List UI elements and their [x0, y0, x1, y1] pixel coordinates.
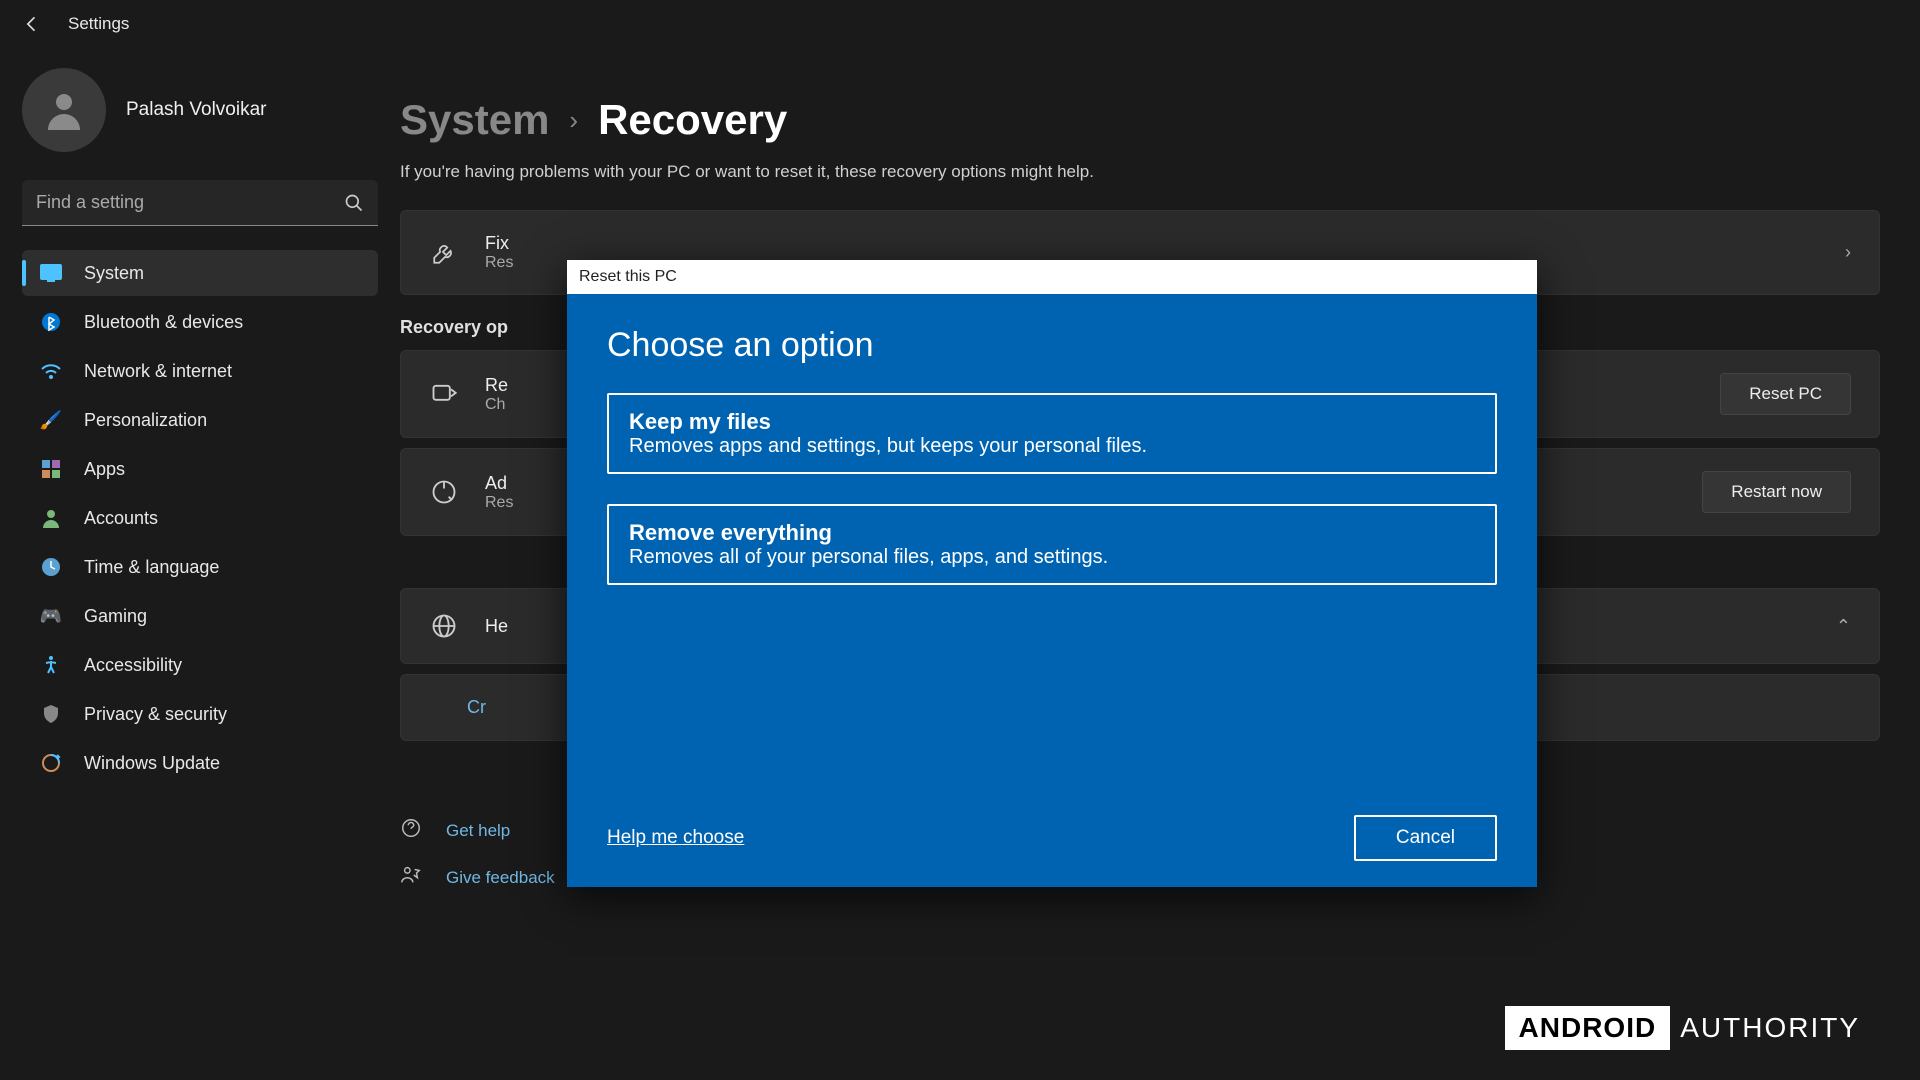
reset-pc-button[interactable]: Reset PC [1720, 373, 1851, 415]
sidebar-item-bluetooth[interactable]: Bluetooth & devices [22, 299, 378, 345]
dialog-titlebar: Reset this PC [567, 260, 1537, 294]
bluetooth-icon [40, 311, 62, 333]
globe-icon [429, 611, 459, 641]
search-input[interactable] [22, 180, 378, 226]
search-container [22, 180, 378, 226]
person-icon [40, 507, 62, 529]
watermark: ANDROID AUTHORITY [1505, 1006, 1860, 1050]
sidebar-item-label: Accessibility [84, 655, 182, 676]
titlebar: Settings [0, 0, 1920, 48]
sidebar-item-label: Accounts [84, 508, 158, 529]
remove-everything-option[interactable]: Remove everything Removes all of your pe… [607, 504, 1497, 585]
option-title: Keep my files [629, 409, 1475, 435]
page-description: If you're having problems with your PC o… [400, 162, 1880, 182]
sidebar-item-label: Windows Update [84, 753, 220, 774]
sidebar-item-gaming[interactable]: 🎮 Gaming [22, 593, 378, 639]
sidebar-item-network[interactable]: Network & internet [22, 348, 378, 394]
sidebar-item-privacy[interactable]: Privacy & security [22, 691, 378, 737]
back-button[interactable] [20, 12, 44, 36]
sidebar-item-label: Time & language [84, 557, 219, 578]
sidebar-item-label: System [84, 263, 144, 284]
sidebar-item-personalization[interactable]: 🖌️ Personalization [22, 397, 378, 443]
search-icon [344, 193, 364, 213]
sidebar-item-label: Gaming [84, 606, 147, 627]
breadcrumb-root[interactable]: System [400, 96, 549, 144]
help-me-choose-link[interactable]: Help me choose [607, 827, 744, 849]
dialog-heading: Choose an option [607, 326, 1497, 365]
help-icon [400, 817, 424, 844]
option-description: Removes apps and settings, but keeps you… [629, 435, 1475, 458]
option-title: Remove everything [629, 520, 1475, 546]
cancel-button[interactable]: Cancel [1354, 815, 1497, 861]
sidebar-item-system[interactable]: System [22, 250, 378, 296]
sidebar-item-label: Personalization [84, 410, 207, 431]
sidebar-item-label: Bluetooth & devices [84, 312, 243, 333]
sidebar-item-label: Privacy & security [84, 704, 227, 725]
avatar [22, 68, 106, 152]
brush-icon: 🖌️ [40, 409, 62, 431]
sidebar-item-accounts[interactable]: Accounts [22, 495, 378, 541]
sidebar-item-accessibility[interactable]: Accessibility [22, 642, 378, 688]
sidebar-item-label: Network & internet [84, 361, 232, 382]
reset-icon [429, 379, 459, 409]
breadcrumb-current: Recovery [598, 96, 787, 144]
watermark-text: AUTHORITY [1680, 1012, 1860, 1044]
chevron-up-icon: ⌃ [1836, 616, 1851, 637]
option-description: Removes all of your personal files, apps… [629, 546, 1475, 569]
feedback-icon [400, 864, 424, 891]
restart-now-button[interactable]: Restart now [1702, 471, 1851, 513]
breadcrumb: System › Recovery [400, 96, 1880, 144]
sidebar: Palash Volvoikar System Bluetooth & devi… [0, 48, 400, 1080]
sidebar-item-apps[interactable]: Apps [22, 446, 378, 492]
link-label: Get help [446, 821, 510, 841]
sidebar-item-label: Apps [84, 459, 125, 480]
gamepad-icon: 🎮 [40, 605, 62, 627]
display-icon [40, 262, 62, 284]
user-profile[interactable]: Palash Volvoikar [22, 60, 378, 180]
accessibility-icon [40, 654, 62, 676]
keep-my-files-option[interactable]: Keep my files Removes apps and settings,… [607, 393, 1497, 474]
chevron-right-icon: › [569, 105, 578, 136]
sidebar-item-time[interactable]: Time & language [22, 544, 378, 590]
update-icon [40, 752, 62, 774]
card-title: Fix [485, 233, 1819, 254]
wifi-icon [40, 360, 62, 382]
link-label: Give feedback [446, 868, 555, 888]
sidebar-item-update[interactable]: Windows Update [22, 740, 378, 786]
watermark-box: ANDROID [1505, 1006, 1671, 1050]
power-settings-icon [429, 477, 459, 507]
shield-icon [40, 703, 62, 725]
chevron-right-icon: › [1845, 242, 1851, 263]
username: Palash Volvoikar [126, 99, 266, 121]
reset-pc-dialog: Reset this PC Choose an option Keep my f… [567, 260, 1537, 887]
clock-icon [40, 556, 62, 578]
nav: System Bluetooth & devices Network & int… [22, 250, 378, 786]
wrench-icon [429, 238, 459, 268]
app-title: Settings [68, 14, 129, 34]
apps-icon [40, 458, 62, 480]
